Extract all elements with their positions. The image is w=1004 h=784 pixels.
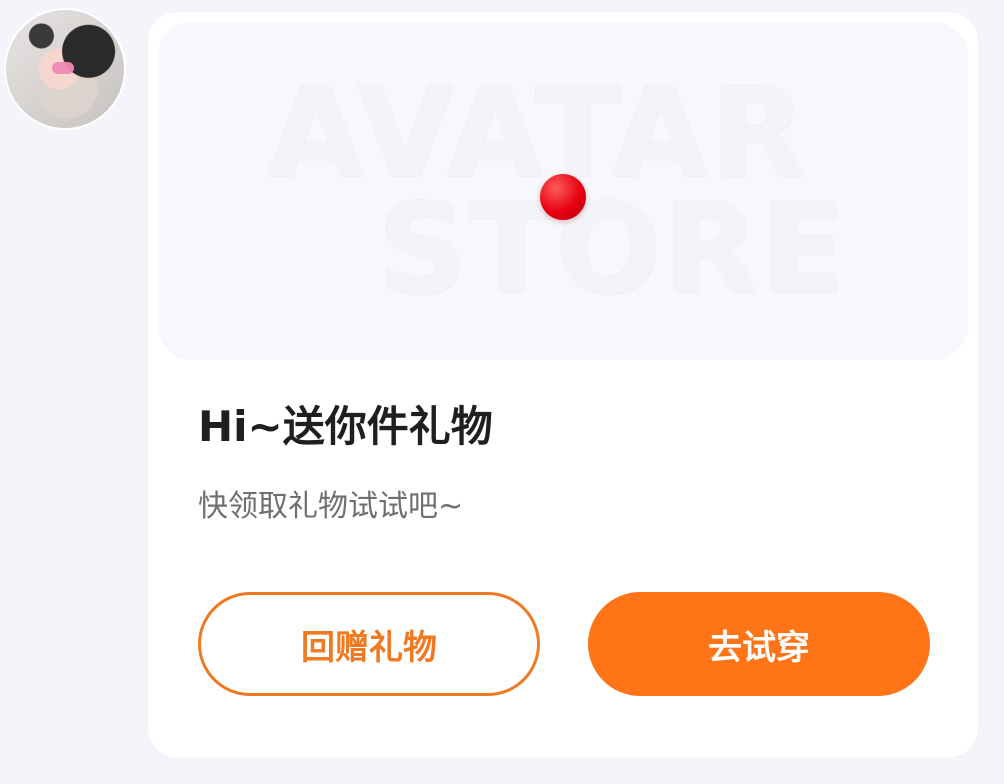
avatar[interactable]: [6, 10, 124, 128]
gift-title: Hi~送你件礼物: [198, 402, 493, 451]
try-on-button[interactable]: 去试穿: [588, 592, 930, 696]
hero-banner: AVATAR STORE: [158, 22, 968, 360]
gift-message-screen: AVATAR STORE Hi~送你件礼物 快领取礼物试试吧~ 回赠礼物 去试穿: [0, 0, 1004, 784]
hero-word-store: STORE: [378, 178, 848, 322]
red-dot-icon: [540, 174, 586, 220]
return-gift-button[interactable]: 回赠礼物: [198, 592, 540, 696]
gift-subtitle: 快领取礼物试试吧~: [198, 489, 464, 524]
